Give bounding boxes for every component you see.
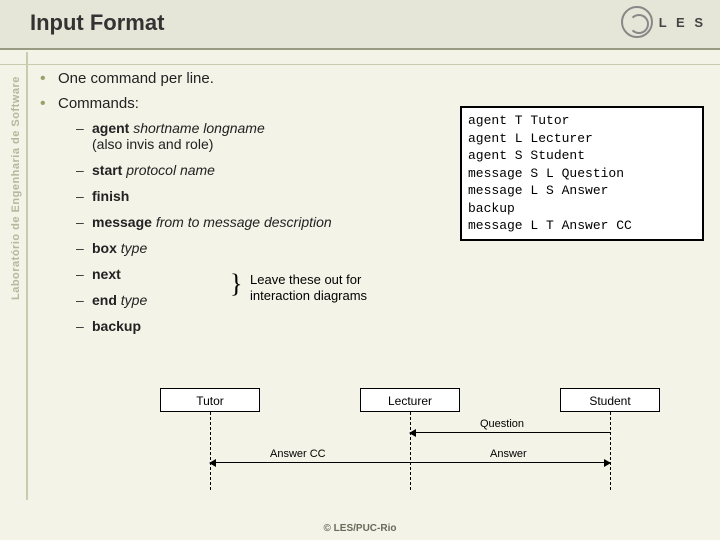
lifeline-tutor: Tutor <box>160 388 260 412</box>
cmd-args: type <box>121 240 147 256</box>
lifeline-dash <box>610 412 611 490</box>
sequence-diagram: Tutor Lecturer Student Question Answer A… <box>130 388 700 493</box>
annotation-l2: interaction diagrams <box>250 288 367 303</box>
annotation-l1: Leave these out for <box>250 272 361 287</box>
cmd-note: (also invis and role) <box>92 136 213 152</box>
msg-answercc-label: Answer CC <box>270 448 326 460</box>
slide: Input Format L E S Laboratório de Engenh… <box>0 0 720 540</box>
bullet-1-text: One command per line. <box>58 70 214 87</box>
logo: L E S <box>621 6 706 38</box>
lifeline-lecturer: Lecturer <box>360 388 460 412</box>
annotation: Leave these out for interaction diagrams <box>250 272 367 303</box>
lifeline-dash <box>210 412 211 490</box>
cmd-args: protocol name <box>126 162 215 178</box>
cmd-args: shortname longname <box>133 120 265 136</box>
cmd-name: start <box>92 162 122 178</box>
cmd-next: next <box>76 266 700 282</box>
slide-title: Input Format <box>30 10 164 36</box>
cmd-name: message <box>92 214 152 230</box>
cmd-box: box type <box>76 240 700 256</box>
example-code-box: agent T Tutor agent L Lecturer agent S S… <box>460 106 704 241</box>
cmd-end: end type <box>76 292 700 308</box>
logo-swirl-icon <box>621 6 653 38</box>
brace-icon: } <box>230 269 242 299</box>
cmd-name: agent <box>92 120 129 136</box>
cmd-backup: backup <box>76 318 700 334</box>
msg-question-label: Question <box>480 418 524 430</box>
bullet-2-text: Commands: <box>58 95 139 112</box>
cmd-name: backup <box>92 318 141 334</box>
bullet-1: One command per line. <box>40 70 700 87</box>
sidebar-label: Laboratório de Engenharia de Software <box>10 76 22 300</box>
cmd-name: end <box>92 292 117 308</box>
cmd-name: box <box>92 240 117 256</box>
cmd-args: from to message description <box>156 214 332 230</box>
cmd-args: type <box>121 292 147 308</box>
cmd-name: next <box>92 266 121 282</box>
lifeline-dash <box>410 412 411 490</box>
rule-top <box>0 64 720 65</box>
msg-answer-label: Answer <box>490 448 527 460</box>
cmd-name: finish <box>92 188 129 204</box>
msg-answer-arrow <box>410 462 610 463</box>
msg-question-arrow <box>410 432 610 433</box>
rule-left <box>26 52 28 500</box>
title-band: Input Format L E S <box>0 0 720 50</box>
lifeline-student: Student <box>560 388 660 412</box>
msg-answercc-arrow <box>210 462 410 463</box>
logo-text: L E S <box>659 15 706 30</box>
footer-copyright: © LES/PUC-Rio <box>0 523 720 534</box>
